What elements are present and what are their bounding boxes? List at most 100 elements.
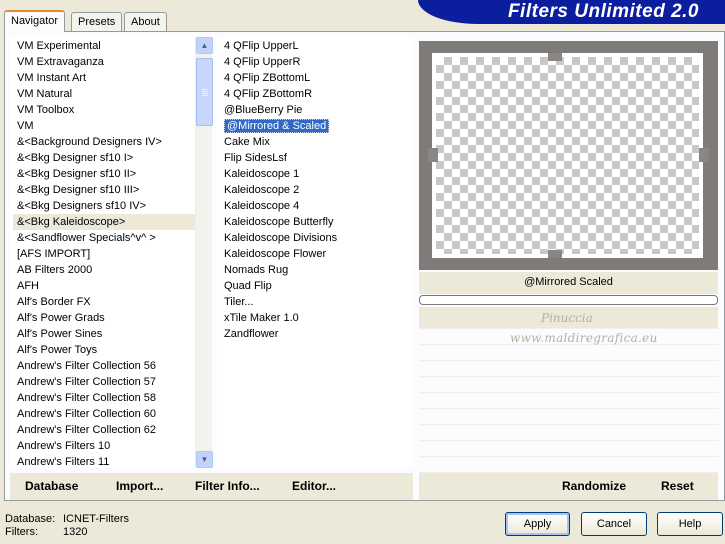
database-value: ICNET-Filters — [63, 513, 129, 525]
category-item[interactable]: VM Toolbox — [13, 102, 196, 118]
cancel-button[interactable]: Cancel — [581, 512, 647, 536]
category-item[interactable]: &<Bkg Designers sf10 IV> — [13, 198, 196, 214]
filter-item[interactable]: Flip SidesLsf — [220, 150, 410, 166]
import-button[interactable]: Import... — [116, 479, 163, 493]
category-item-label: &<Bkg Designer sf10 III> — [17, 184, 140, 196]
category-item[interactable]: Andrew's Filter Collection 58 — [13, 390, 196, 406]
filter-item[interactable]: Kaleidoscope Divisions — [220, 230, 410, 246]
category-item-label: AB Filters 2000 — [17, 264, 93, 276]
filter-item[interactable]: 4 QFlip UpperR — [220, 54, 410, 70]
watermark-url: www.maldiregrafica.eu — [510, 331, 658, 345]
filter-item[interactable]: Kaleidoscope Flower — [220, 246, 410, 262]
filter-info-button[interactable]: Filter Info... — [195, 479, 260, 493]
filter-list-panel: 4 QFlip UpperL 4 QFlip UpperR 4 QFlip ZBot… — [217, 37, 413, 468]
category-item[interactable]: Andrew's Filters 11 — [13, 454, 196, 467]
tab-about[interactable]: About — [124, 12, 167, 31]
category-item-label: VM — [17, 120, 34, 132]
category-item[interactable]: VM Experimental — [13, 38, 196, 54]
filter-item[interactable]: Cake Mix — [220, 134, 410, 150]
filter-item-label: Kaleidoscope 2 — [224, 184, 300, 196]
category-item-label: Alf's Power Grads — [17, 312, 105, 324]
filter-item-label: Flip SidesLsf — [224, 152, 287, 164]
tab-navigator[interactable]: Navigator — [4, 10, 66, 32]
filter-item[interactable]: Kaleidoscope Butterfly — [220, 214, 410, 230]
filter-item[interactable]: @BlueBerry Pie — [220, 102, 410, 118]
category-item[interactable]: &<Bkg Kaleidoscope> — [13, 214, 196, 230]
filter-item-label: Kaleidoscope 4 — [224, 200, 300, 212]
filter-list[interactable]: 4 QFlip UpperL 4 QFlip UpperR 4 QFlip ZBot… — [220, 38, 410, 467]
category-item[interactable]: VM — [13, 118, 196, 134]
chevron-up-icon[interactable]: ▲ — [196, 37, 213, 54]
filter-item[interactable]: @Mirrored & Scaled — [220, 118, 410, 134]
category-item[interactable]: &<Bkg Designer sf10 II> — [13, 166, 196, 182]
editor-button[interactable]: Editor... — [292, 479, 336, 493]
filters-count: 1320 — [63, 526, 88, 538]
filter-item[interactable]: 4 QFlip UpperL — [220, 38, 410, 54]
banner-title: Filters Unlimited 2.0 — [507, 1, 699, 22]
category-item[interactable]: VM Instant Art — [13, 70, 196, 86]
category-item[interactable]: Andrew's Filters 10 — [13, 438, 196, 454]
filter-item[interactable]: 4 QFlip ZBottomL — [220, 70, 410, 86]
category-item[interactable]: VM Natural — [13, 86, 196, 102]
category-item[interactable]: &<Bkg Designer sf10 III> — [13, 182, 196, 198]
filter-item-label: Nomads Rug — [224, 264, 289, 276]
category-item[interactable]: AB Filters 2000 — [13, 262, 196, 278]
category-item[interactable]: &<Bkg Designer sf10 I> — [13, 150, 196, 166]
category-item-label: Andrew's Filter Collection 60 — [17, 408, 157, 420]
category-item[interactable]: Andrew's Filter Collection 62 — [13, 422, 196, 438]
filter-item[interactable]: Kaleidoscope 2 — [220, 182, 410, 198]
category-item[interactable]: Andrew's Filter Collection 57 — [13, 374, 196, 390]
chevron-down-icon[interactable]: ▼ — [196, 451, 213, 468]
filter-item-label: 4 QFlip UpperL — [224, 40, 299, 52]
category-scrollbar[interactable]: ▲ ▼ — [195, 37, 213, 468]
category-item-label: &<Bkg Designer sf10 II> — [17, 168, 137, 180]
help-button[interactable]: Help — [657, 512, 723, 536]
filter-item[interactable]: Kaleidoscope 1 — [220, 166, 410, 182]
filter-item[interactable]: Nomads Rug — [220, 262, 410, 278]
filter-item-label: Quad Flip — [224, 280, 272, 292]
category-item[interactable]: Alf's Border FX — [13, 294, 196, 310]
navigator-panel: VM Experimental VM Extravaganza VM Instant… — [4, 31, 725, 501]
category-item-label: &<Bkg Kaleidoscope> — [17, 216, 126, 228]
preview-image — [432, 53, 703, 258]
category-item[interactable]: AFH — [13, 278, 196, 294]
category-list[interactable]: VM Experimental VM Extravaganza VM Instant… — [13, 38, 196, 467]
filter-item[interactable]: Kaleidoscope 4 — [220, 198, 410, 214]
category-item[interactable]: &<Sandflower Specials^v^ > — [13, 230, 196, 246]
category-item[interactable]: VM Extravaganza — [13, 54, 196, 70]
category-list-panel: VM Experimental VM Extravaganza VM Instant… — [10, 37, 212, 468]
filter-item[interactable]: Zandflower — [220, 326, 410, 342]
category-item[interactable]: &<Background Designers IV> — [13, 134, 196, 150]
database-button[interactable]: Database — [25, 479, 78, 493]
status-filters: Filters: 1320 — [5, 526, 87, 538]
watermark-name: Pinuccia — [541, 311, 593, 325]
category-item-label: VM Natural — [17, 88, 73, 100]
filter-item[interactable]: Quad Flip — [220, 278, 410, 294]
category-item[interactable]: Andrew's Filter Collection 56 — [13, 358, 196, 374]
filter-item-label: 4 QFlip UpperR — [224, 56, 301, 68]
filter-item-label: 4 QFlip ZBottomR — [224, 88, 313, 100]
filter-item[interactable]: 4 QFlip ZBottomR — [220, 86, 410, 102]
category-item[interactable]: Alf's Power Sines — [13, 326, 196, 342]
scroll-thumb[interactable] — [196, 58, 213, 126]
apply-button[interactable]: Apply — [505, 512, 570, 536]
filter-item-label: 4 QFlip ZBottomL — [224, 72, 311, 84]
filter-item-label: Zandflower — [224, 328, 279, 340]
category-item[interactable]: Alf's Power Grads — [13, 310, 196, 326]
category-item[interactable]: Andrew's Filter Collection 60 — [13, 406, 196, 422]
category-item-label: Andrew's Filter Collection 57 — [17, 376, 157, 388]
category-item[interactable]: Alf's Power Toys — [13, 342, 196, 358]
category-item[interactable]: [AFS IMPORT] — [13, 246, 196, 262]
randomize-button[interactable]: Randomize — [562, 479, 626, 493]
reset-button[interactable]: Reset — [661, 479, 694, 493]
category-item-label: AFH — [17, 280, 39, 292]
filter-item-label: Kaleidoscope Divisions — [224, 232, 338, 244]
filter-item[interactable]: xTile Maker 1.0 — [220, 310, 410, 326]
category-item-label: Andrew's Filter Collection 58 — [17, 392, 157, 404]
category-item-label: VM Extravaganza — [17, 56, 104, 68]
category-item-label: [AFS IMPORT] — [17, 248, 91, 260]
category-item-label: Andrew's Filter Collection 62 — [17, 424, 157, 436]
category-item-label: VM Experimental — [17, 40, 101, 52]
filter-item[interactable]: Tiler... — [220, 294, 410, 310]
tab-presets[interactable]: Presets — [71, 12, 123, 31]
